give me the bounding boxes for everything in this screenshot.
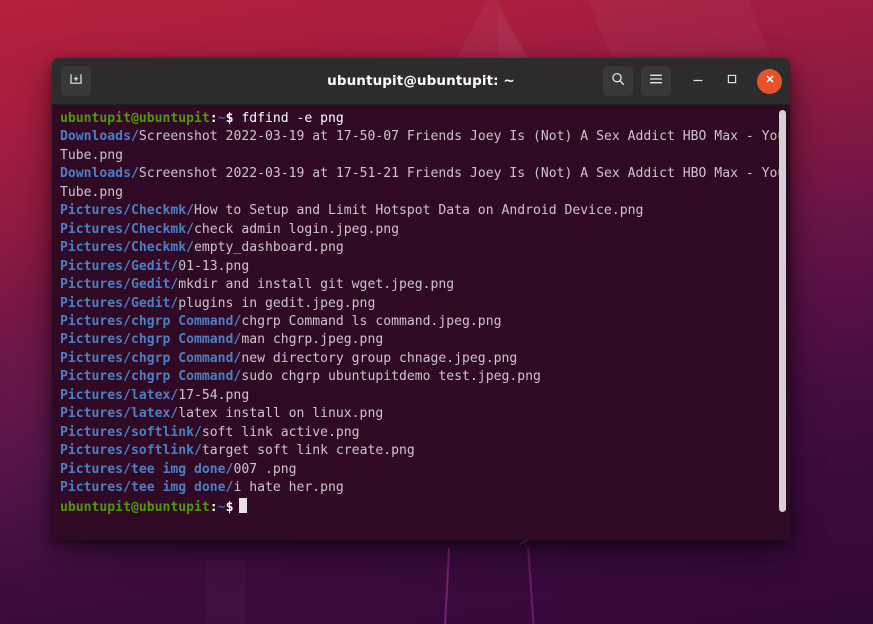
result-filename: chgrp Command ls command.jpeg.png — [241, 313, 502, 329]
result-directory: Pictures/latex/ — [60, 406, 179, 422]
terminal-result-line: Pictures/chgrp Command/chgrp Command ls … — [60, 313, 790, 331]
result-filename: mkdir and install git wget.jpeg.png — [178, 277, 455, 293]
terminal-result-line: Pictures/latex/latex install on linux.pn… — [60, 405, 790, 423]
minimize-button[interactable] — [685, 68, 711, 94]
result-filename: latex install on linux.png — [178, 406, 384, 422]
result-directory: Pictures/chgrp Command/ — [60, 369, 242, 385]
terminal-result-line: Pictures/tee img done/007 .png — [60, 461, 790, 479]
desktop-wallpaper: ubuntupit@ubuntupit: ~ ubuntupit@ubuntup… — [0, 0, 873, 624]
terminal-result-line: Downloads/Screenshot 2022-03-19 at 17-51… — [60, 165, 790, 202]
terminal-result-line: Pictures/Checkmk/empty_dashboard.png — [60, 239, 790, 257]
result-filename: i hate her.png — [233, 480, 344, 496]
result-filename: target soft link create.png — [201, 443, 415, 459]
wallpaper-quad-shape-2 — [588, 0, 772, 60]
new-tab-button[interactable] — [61, 66, 91, 96]
terminal-scrollbar-thumb[interactable] — [779, 110, 786, 512]
terminal-result-line: Pictures/chgrp Command/sudo chgrp ubuntu… — [60, 368, 790, 386]
new-tab-plus-icon — [68, 71, 84, 92]
result-filename: man chgrp.jpeg.png — [241, 332, 384, 348]
result-directory: Pictures/Checkmk/ — [60, 240, 195, 256]
result-directory: Pictures/Gedit/ — [60, 258, 179, 274]
result-filename: empty_dashboard.png — [194, 240, 344, 256]
terminal-command-line: ubuntupit@ubuntupit:~$ fdfind -e png — [60, 110, 790, 128]
menu-button[interactable] — [641, 66, 671, 96]
result-filename: soft link active.png — [201, 424, 360, 440]
result-directory: Downloads/ — [60, 129, 139, 145]
terminal-result-line: Pictures/Gedit/mkdir and install git wge… — [60, 276, 790, 294]
result-filename: Screenshot 2022-03-19 at 17-50-07 Friend… — [60, 129, 786, 163]
result-directory: Pictures/tee img done/ — [60, 480, 234, 496]
terminal-result-line: Pictures/chgrp Command/man chgrp.jpeg.pn… — [60, 331, 790, 349]
search-icon — [610, 71, 626, 92]
terminal-output: ubuntupit@ubuntupit:~$ fdfind -e png Down… — [52, 105, 790, 517]
result-directory: Pictures/chgrp Command/ — [60, 332, 242, 348]
result-directory: Pictures/softlink/ — [60, 424, 202, 440]
result-directory: Pictures/Gedit/ — [60, 277, 179, 293]
prompt-separator: : — [209, 111, 218, 126]
wallpaper-accent-block — [205, 560, 245, 624]
terminal-title-bar[interactable]: ubuntupit@ubuntupit: ~ — [52, 58, 790, 105]
terminal-result-line: Pictures/softlink/target soft link creat… — [60, 442, 790, 460]
wallpaper-accent-line — [443, 548, 451, 624]
maximize-button[interactable] — [719, 68, 745, 94]
terminal-body[interactable]: ubuntupit@ubuntupit:~$ fdfind -e png Down… — [52, 105, 790, 540]
close-icon — [764, 72, 776, 90]
close-button[interactable] — [757, 68, 782, 94]
prompt-path: ~ — [217, 111, 226, 126]
result-directory: Pictures/chgrp Command/ — [60, 350, 242, 366]
result-filename: 01-13.png — [178, 258, 250, 274]
prompt-path: ~ — [217, 499, 226, 515]
result-filename: check admin login.jpeg.png — [194, 221, 399, 237]
result-directory: Pictures/tee img done/ — [60, 461, 234, 477]
result-directory: Pictures/softlink/ — [60, 443, 202, 459]
maximize-icon — [725, 72, 739, 91]
result-filename: Screenshot 2022-03-19 at 17-51-21 Friend… — [60, 166, 786, 200]
terminal-window: ubuntupit@ubuntupit: ~ ubuntupit@ubuntup… — [52, 58, 790, 540]
result-directory: Downloads/ — [60, 166, 139, 182]
terminal-scrollbar[interactable] — [779, 107, 788, 527]
terminal-result-line: Pictures/tee img done/i hate her.png — [60, 479, 790, 497]
result-directory: Pictures/Gedit/ — [60, 295, 179, 311]
result-filename: 007 .png — [233, 461, 297, 477]
search-button[interactable] — [603, 66, 633, 96]
terminal-result-line: Pictures/Gedit/plugins in gedit.jpeg.png — [60, 295, 790, 313]
minimize-icon — [691, 72, 705, 91]
prompt-user-host: ubuntupit@ubuntupit — [60, 111, 210, 126]
wallpaper-accent-line-2 — [527, 548, 535, 624]
result-filename: sudo chgrp ubuntupitdemo test.jpeg.png — [241, 369, 541, 385]
terminal-result-line: Pictures/softlink/soft link active.png — [60, 424, 790, 442]
prompt-user-host: ubuntupit@ubuntupit — [60, 499, 210, 515]
result-filename: plugins in gedit.jpeg.png — [178, 295, 376, 311]
terminal-result-line: Downloads/Screenshot 2022-03-19 at 17-50… — [60, 128, 790, 165]
terminal-cursor — [239, 497, 248, 513]
terminal-active-prompt: ubuntupit@ubuntupit:~$ — [60, 497, 790, 517]
prompt-separator: : — [209, 499, 218, 515]
result-filename: How to Setup and Limit Hotspot Data on A… — [194, 203, 644, 219]
terminal-command: fdfind -e png — [233, 111, 344, 126]
hamburger-menu-icon — [648, 71, 664, 92]
prompt-symbol: $ — [225, 499, 234, 515]
window-controls — [603, 66, 782, 96]
result-filename: 17-54.png — [178, 387, 250, 403]
result-directory: Pictures/chgrp Command/ — [60, 313, 242, 329]
terminal-result-line: Pictures/Checkmk/check admin login.jpeg.… — [60, 221, 790, 239]
result-directory: Pictures/latex/ — [60, 387, 179, 403]
result-directory: Pictures/Checkmk/ — [60, 203, 195, 219]
terminal-result-line: Pictures/Gedit/01-13.png — [60, 258, 790, 276]
terminal-result-line: Pictures/latex/17-54.png — [60, 387, 790, 405]
result-filename: new directory group chnage.jpeg.png — [241, 350, 518, 366]
result-directory: Pictures/Checkmk/ — [60, 221, 195, 237]
terminal-result-line: Pictures/chgrp Command/new directory gro… — [60, 350, 790, 368]
terminal-result-line: Pictures/Checkmk/How to Setup and Limit … — [60, 202, 790, 220]
